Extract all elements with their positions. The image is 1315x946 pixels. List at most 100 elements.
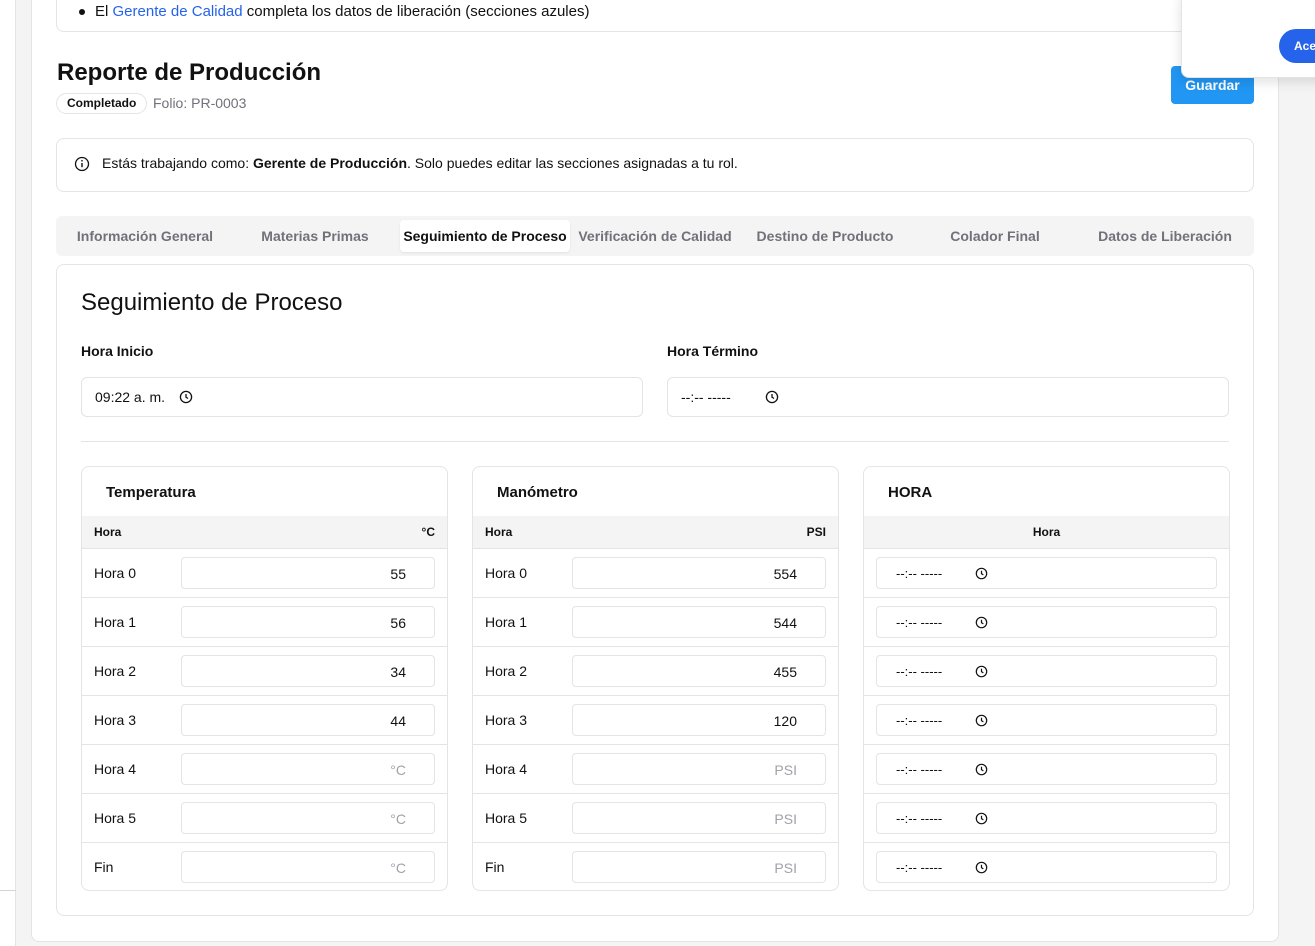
row-label: Hora 0 — [94, 565, 137, 581]
table-row: Hora 5 °C — [82, 794, 447, 843]
clock-icon[interactable] — [179, 390, 193, 404]
role-alert: Estás trabajando como: Gerente de Produc… — [56, 138, 1254, 192]
row-label: Hora 2 — [94, 663, 137, 679]
table-row: --:-- ----- — [864, 647, 1229, 696]
tab-destino-de-producto[interactable]: Destino de Producto — [740, 220, 910, 252]
instruction-item: El Gerente de Calidad completa los datos… — [79, 3, 589, 20]
row-label: Hora 4 — [94, 761, 137, 777]
time-input[interactable]: --:-- ----- — [876, 655, 1217, 687]
folio-number: Folio: PR-0003 — [153, 95, 247, 111]
row-label: Hora 5 — [94, 810, 137, 826]
col-celsius-header: °C — [421, 525, 435, 539]
time-value: --:-- ----- — [896, 860, 943, 875]
clock-icon[interactable] — [765, 390, 779, 404]
pressure-input[interactable]: 120 — [572, 704, 826, 736]
col-psi-header: PSI — [806, 525, 826, 539]
clock-icon[interactable] — [975, 763, 988, 776]
current-role: Gerente de Producción — [252, 155, 408, 171]
section-divider — [81, 441, 1229, 442]
col-hora-header: Hora — [485, 525, 513, 539]
start-time-label: Hora Inicio — [81, 343, 154, 359]
process-tracking-section: Seguimiento de Proceso Hora Inicio Hora … — [56, 264, 1254, 916]
section-title: Seguimiento de Proceso — [81, 289, 343, 316]
table-row: Fin PSI — [473, 843, 838, 890]
temperature-input[interactable]: 34 — [181, 655, 435, 687]
temperature-input[interactable]: 55 — [181, 557, 435, 589]
time-value: --:-- ----- — [896, 566, 943, 581]
table-row: Hora 0 554 — [473, 549, 838, 598]
tab-seguimiento-de-proceso[interactable]: Seguimiento de Proceso — [400, 220, 570, 252]
time-input[interactable]: --:-- ----- — [876, 606, 1217, 638]
time-table-header: Hora — [864, 516, 1229, 549]
time-input[interactable]: --:-- ----- — [876, 704, 1217, 736]
time-input[interactable]: --:-- ----- — [876, 557, 1217, 589]
consent-popup: Acep — [1181, 0, 1315, 78]
status-badge: Completado — [56, 93, 148, 114]
pressure-input[interactable]: 544 — [572, 606, 826, 638]
table-row: Hora 1 544 — [473, 598, 838, 647]
manometer-card: Manómetro Hora PSI Hora 0 554 Hora 1 544 H… — [472, 466, 839, 891]
table-row: Hora 2 455 — [473, 647, 838, 696]
table-row: Hora 2 34 — [82, 647, 447, 696]
temperature-input[interactable]: °C — [181, 802, 435, 834]
temperature-input[interactable]: °C — [181, 753, 435, 785]
start-time-value: 09:22 a. m. — [95, 389, 166, 405]
end-time-input[interactable]: --:-- ----- — [667, 377, 1229, 417]
temperature-input[interactable]: °C — [181, 851, 435, 883]
tab-datos-de-liberacion[interactable]: Datos de Liberación — [1080, 220, 1250, 252]
table-row: --:-- ----- — [864, 843, 1229, 890]
tab-materias-primas[interactable]: Materias Primas — [230, 220, 400, 252]
tab-colador-final[interactable]: Colador Final — [910, 220, 1080, 252]
time-value: --:-- ----- — [896, 762, 943, 777]
col-hora-header: Hora — [1032, 525, 1061, 539]
left-panel-divider — [0, 890, 16, 891]
temperature-title: Temperatura — [106, 484, 196, 501]
end-time-label: Hora Término — [667, 343, 759, 359]
time-input[interactable]: --:-- ----- — [876, 851, 1217, 883]
role-alert-prefix: Estás trabajando como: — [102, 155, 250, 171]
quality-manager-link[interactable]: Gerente de Calidad — [113, 3, 243, 20]
time-input[interactable]: --:-- ----- — [876, 753, 1217, 785]
clock-icon[interactable] — [975, 665, 988, 678]
time-value: --:-- ----- — [896, 811, 943, 826]
clock-icon[interactable] — [975, 861, 988, 874]
pressure-input[interactable]: PSI — [572, 851, 826, 883]
table-row: Hora 3 120 — [473, 696, 838, 745]
time-value: --:-- ----- — [896, 713, 943, 728]
table-row: --:-- ----- — [864, 794, 1229, 843]
start-time-input[interactable]: 09:22 a. m. — [81, 377, 643, 417]
temperature-table-header: Hora °C — [82, 516, 447, 549]
table-row: --:-- ----- — [864, 696, 1229, 745]
time-input[interactable]: --:-- ----- — [876, 802, 1217, 834]
temperature-card: Temperatura Hora °C Hora 0 55 Hora 1 56 Ho… — [81, 466, 448, 891]
row-label: Hora 1 — [94, 614, 137, 630]
pressure-input[interactable]: 554 — [572, 557, 826, 589]
table-row: --:-- ----- — [864, 745, 1229, 794]
pressure-input[interactable]: PSI — [572, 753, 826, 785]
time-card: HORA Hora --:-- ----- --:-- ----- --:-- … — [863, 466, 1230, 891]
table-row: Hora 4 PSI — [473, 745, 838, 794]
instruction-suffix: completa los datos de liberación (seccio… — [246, 3, 590, 20]
tab-verificacion-de-calidad[interactable]: Verificación de Calidad — [570, 220, 740, 252]
manometer-table-header: Hora PSI — [473, 516, 838, 549]
info-icon — [74, 156, 90, 172]
pressure-input[interactable]: 455 — [572, 655, 826, 687]
row-label: Hora 5 — [485, 810, 528, 826]
col-hora-header: Hora — [94, 525, 122, 539]
clock-icon[interactable] — [975, 567, 988, 580]
section-tabs: Información General Materias Primas Segu… — [56, 216, 1254, 256]
clock-icon[interactable] — [975, 616, 988, 629]
temperature-input[interactable]: 56 — [181, 606, 435, 638]
clock-icon[interactable] — [975, 714, 988, 727]
time-value: --:-- ----- — [896, 664, 943, 679]
tab-informacion-general[interactable]: Información General — [60, 220, 230, 252]
clock-icon[interactable] — [975, 812, 988, 825]
table-row: Hora 5 PSI — [473, 794, 838, 843]
table-row: --:-- ----- — [864, 598, 1229, 647]
pressure-input[interactable]: PSI — [572, 802, 826, 834]
table-row: Hora 1 56 — [82, 598, 447, 647]
temperature-input[interactable]: 44 — [181, 704, 435, 736]
accept-button[interactable]: Acep — [1279, 29, 1315, 63]
table-row: Fin °C — [82, 843, 447, 890]
table-row: Hora 0 55 — [82, 549, 447, 598]
